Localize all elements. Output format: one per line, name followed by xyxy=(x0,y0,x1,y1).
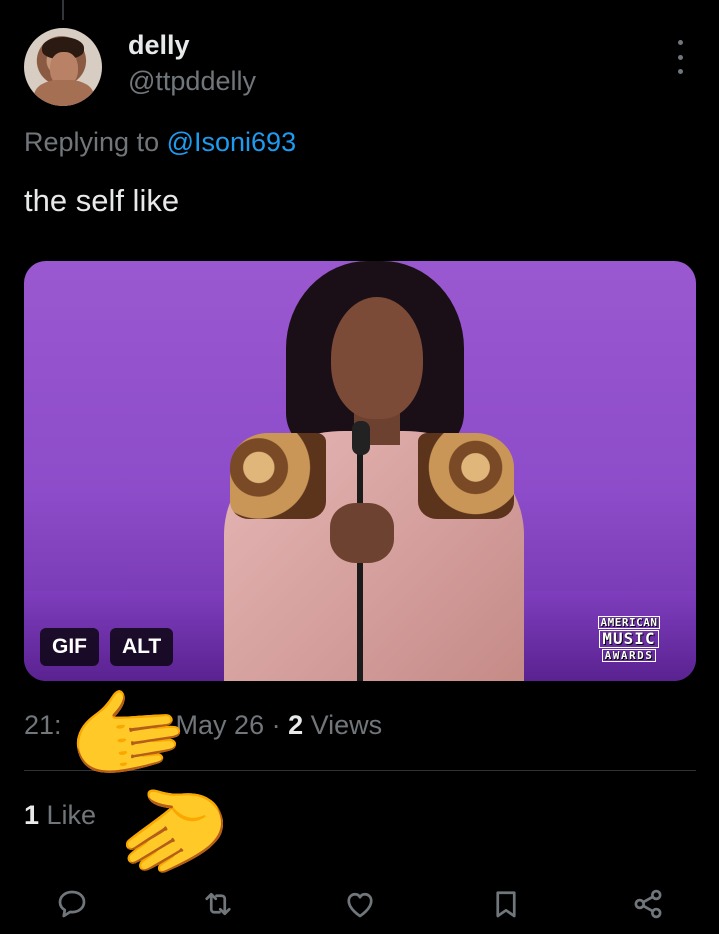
like-icon xyxy=(347,892,373,918)
more-dot xyxy=(677,69,683,74)
retweet-button[interactable] xyxy=(198,884,238,924)
views-label: Views xyxy=(303,710,383,740)
more-options-icon[interactable] xyxy=(670,40,690,74)
bookmark-icon xyxy=(496,891,516,918)
media-head xyxy=(331,297,423,419)
more-dot xyxy=(677,54,683,60)
media-hands xyxy=(330,503,394,563)
gif-badge[interactable]: GIF xyxy=(40,628,99,666)
likes-summary[interactable]: 1 Like xyxy=(24,800,96,831)
tweet-time[interactable]: 21: xyxy=(24,710,62,740)
ama-watermark-logo: AMERICAN MUSIC AWARDS xyxy=(586,616,672,662)
watermark-line-1: AMERICAN xyxy=(597,616,661,629)
action-bar xyxy=(0,880,719,934)
more-dot xyxy=(677,40,683,45)
tweet-text: the self like xyxy=(24,183,180,218)
bookmark-button[interactable] xyxy=(486,884,526,924)
reply-button[interactable] xyxy=(52,884,92,924)
media-sequin-right xyxy=(418,433,514,519)
media-mic xyxy=(352,421,370,455)
like-button[interactable] xyxy=(340,884,380,924)
avatar[interactable] xyxy=(24,28,102,106)
share-button[interactable] xyxy=(628,884,668,924)
reply-mention-link[interactable]: @Isoni693 xyxy=(167,127,297,157)
watermark-line-3: AWARDS xyxy=(601,649,657,662)
share-icon xyxy=(634,889,662,919)
watermark-line-2: MUSIC xyxy=(599,630,659,648)
display-name[interactable]: delly xyxy=(128,30,190,61)
user-handle[interactable]: @ttpddelly xyxy=(128,66,256,97)
likes-count: 1 xyxy=(24,800,40,830)
alt-badge[interactable]: ALT xyxy=(110,628,174,666)
reply-icon xyxy=(58,890,86,918)
meta-separator: · xyxy=(264,710,289,740)
views-count: 2 xyxy=(288,710,304,740)
replying-to-label: Replying to xyxy=(24,127,167,157)
retweet-icon xyxy=(205,892,231,916)
replying-to-line: Replying to @Isoni693 xyxy=(24,127,296,158)
avatar-body xyxy=(34,80,94,106)
media-sequin-left xyxy=(230,433,326,519)
thread-connector-line xyxy=(62,0,64,20)
